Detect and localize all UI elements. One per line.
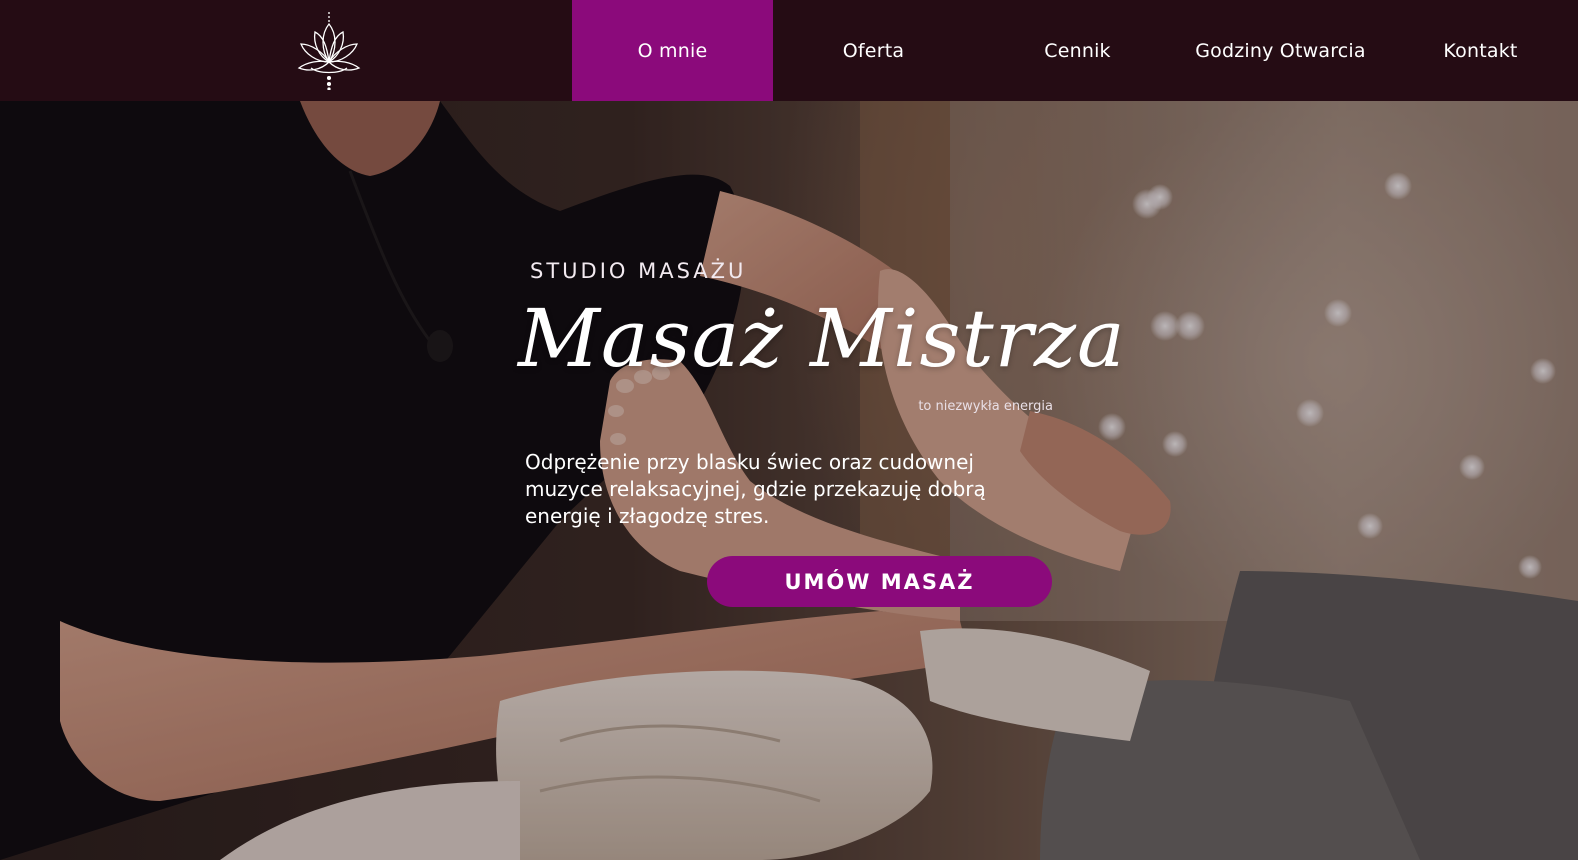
- book-massage-button[interactable]: UMÓW MASAŻ: [707, 556, 1052, 607]
- top-navigation: O mnie Oferta Cennik Godziny Otwarcia Ko…: [0, 0, 1578, 101]
- hero-section: STUDIO MASAŻU Masaż Mistrza to niezwykła…: [0, 101, 1578, 860]
- nav-item-cennik[interactable]: Cennik: [977, 0, 1178, 101]
- hero-tagline: to niezwykła energia: [918, 399, 1053, 414]
- page: O mnie Oferta Cennik Godziny Otwarcia Ko…: [0, 0, 1578, 860]
- nav-item-label: Kontakt: [1443, 39, 1518, 62]
- hero-subtitle: STUDIO MASAŻU: [530, 259, 747, 283]
- nav-item-o-mnie[interactable]: O mnie: [572, 0, 773, 101]
- nav-item-label: Godziny Otwarcia: [1195, 39, 1366, 62]
- nav-item-kontakt[interactable]: Kontakt: [1380, 0, 1578, 101]
- nav-item-oferta[interactable]: Oferta: [773, 0, 974, 101]
- hero-title: Masaż Mistrza: [518, 292, 1126, 385]
- nav-item-label: Oferta: [842, 39, 905, 62]
- nav-item-godziny-otwarcia[interactable]: Godziny Otwarcia: [1180, 0, 1381, 101]
- hero-description: Odprężenie przy blasku świec oraz cudown…: [525, 450, 986, 528]
- nav-item-label: Cennik: [1044, 39, 1111, 62]
- lotus-icon[interactable]: [297, 12, 361, 91]
- nav-item-label: O mnie: [637, 39, 708, 62]
